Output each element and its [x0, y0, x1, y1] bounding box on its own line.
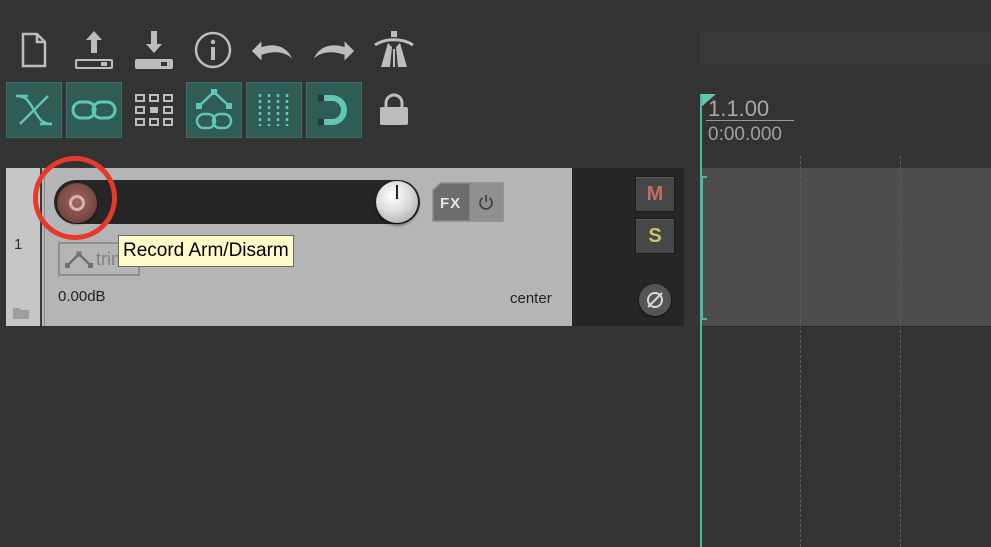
ripple-icon: [15, 94, 53, 126]
mute-button[interactable]: M: [635, 176, 675, 212]
download-icon[interactable]: [132, 28, 176, 72]
snap-grid-toggle[interactable]: [126, 82, 182, 138]
position-time[interactable]: 0:00.000: [708, 124, 782, 146]
info-icon[interactable]: [191, 28, 235, 72]
arrange-header-bar: [700, 32, 991, 64]
redo-icon[interactable]: [312, 28, 356, 72]
grid-lines-icon: [258, 94, 289, 126]
grid-icon: [135, 94, 173, 126]
grid-lines-toggle[interactable]: [246, 82, 302, 138]
envelope-link-icon: [195, 89, 233, 130]
edit-cursor[interactable]: [700, 94, 702, 547]
folder-icon[interactable]: [12, 306, 30, 320]
magnet-icon: [318, 95, 347, 125]
fx-bypass-icon[interactable]: [478, 194, 494, 210]
volume-knob[interactable]: [376, 181, 418, 223]
position-underline: [706, 120, 794, 121]
phase-icon: [647, 292, 663, 308]
lock-icon: [380, 93, 408, 125]
position-bars[interactable]: 1.1.00: [708, 96, 769, 122]
grid-line: [900, 156, 901, 547]
playhead-marker-icon[interactable]: [700, 94, 716, 108]
item-grouping-toggle[interactable]: [66, 82, 122, 138]
fx-button[interactable]: FX: [432, 182, 504, 222]
solo-button[interactable]: S: [635, 218, 675, 254]
ripple-editing-toggle[interactable]: [6, 82, 62, 138]
link-icon: [71, 100, 117, 120]
fx-label: FX: [440, 195, 462, 212]
record-arm-tooltip: Record Arm/Disarm: [118, 235, 294, 267]
grid-line: [800, 156, 801, 547]
track-number: 1: [14, 236, 23, 253]
metronome-icon[interactable]: [372, 28, 416, 72]
track-lane-border: [700, 326, 991, 327]
lock-toggle[interactable]: [366, 82, 422, 138]
track-lane[interactable]: [700, 168, 991, 326]
upload-icon[interactable]: [72, 28, 116, 72]
snap-toggle[interactable]: [306, 82, 362, 138]
phase-invert-button[interactable]: [639, 284, 671, 316]
new-project-icon[interactable]: [12, 28, 56, 72]
envelope-icon: [65, 251, 93, 268]
pan-readout: center: [510, 290, 552, 307]
highlight-ring: [33, 156, 117, 240]
undo-icon[interactable]: [250, 28, 294, 72]
volume-readout: 0.00dB: [58, 288, 106, 305]
envelope-points-toggle[interactable]: [186, 82, 242, 138]
